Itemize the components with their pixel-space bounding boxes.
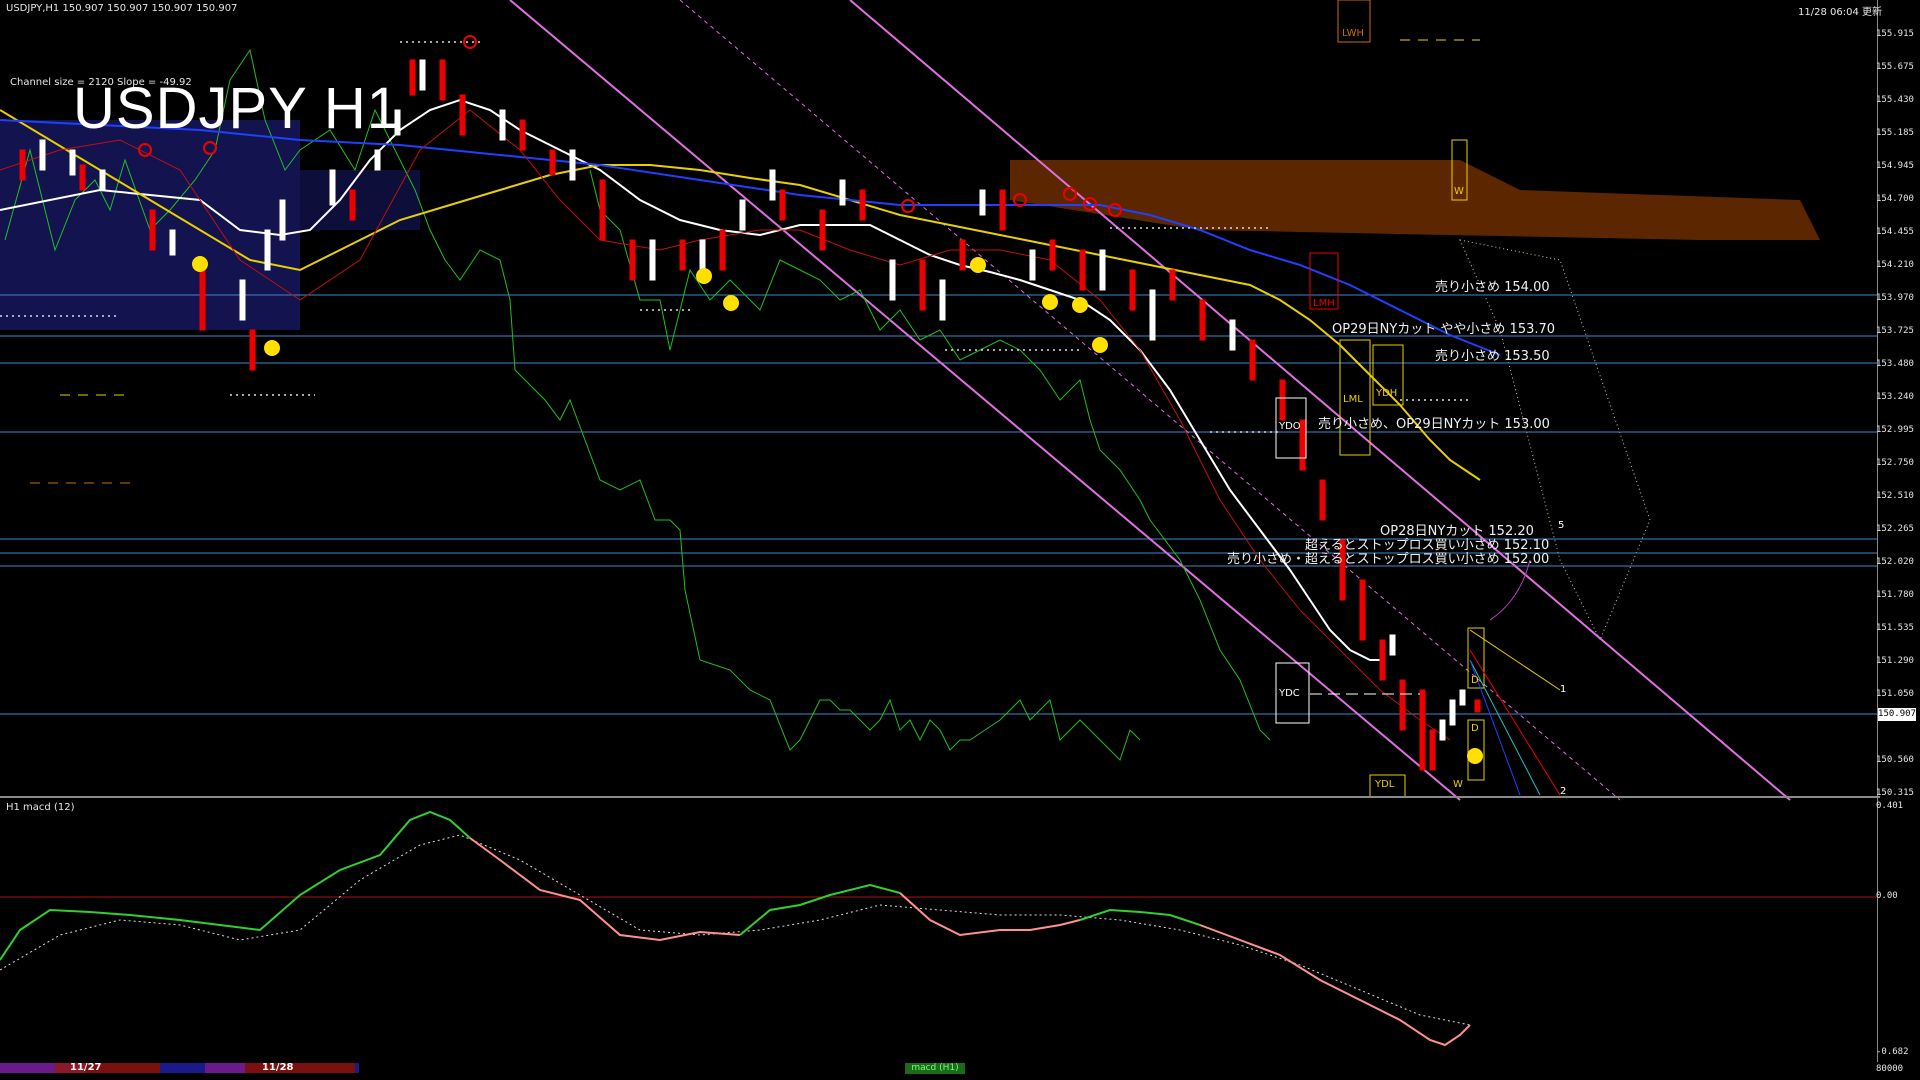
macd-line-up — [0, 810, 471, 961]
macd-label: H1 macd (12) — [6, 802, 75, 813]
macd-line-up-3 — [1079, 908, 1201, 926]
level-label-154-00: 売り小さめ 154.00 — [1435, 280, 1550, 295]
macd-axis-tick: 80000 — [1876, 1064, 1904, 1074]
axis-tick: 153.480 — [1876, 359, 1914, 369]
box-label-w-bottom: W — [1453, 779, 1463, 790]
bar-seg — [355, 1063, 359, 1073]
date-label-1128: 11/28 — [262, 1062, 294, 1073]
box-label-d1: D — [1471, 675, 1479, 686]
macd-axis-tick: -0.682 — [1876, 1047, 1909, 1057]
box-label-lwh: LWH — [1342, 28, 1365, 39]
update-clock: 11/28 06:04 更新 — [1798, 7, 1882, 18]
macd-axis-tick: 0.00 — [1876, 891, 1898, 901]
price-chart[interactable] — [0, 0, 1920, 1080]
axis-tick: 150.315 — [1876, 788, 1914, 798]
level-lines — [0, 294, 1877, 715]
bar-seg — [0, 1063, 55, 1073]
macd-signal — [0, 834, 1471, 1026]
panel-separator[interactable] — [0, 796, 1880, 798]
box-label-d2: D — [1471, 723, 1479, 734]
axis-tick: 154.945 — [1876, 161, 1914, 171]
axis-tick: 155.675 — [1876, 62, 1914, 72]
axis-tick: 154.700 — [1876, 194, 1914, 204]
box-label-lmh: LMH — [1313, 298, 1335, 309]
date-label-1127: 11/27 — [70, 1062, 102, 1073]
macd-axis-tick: 0.401 — [1876, 801, 1904, 811]
axis-tick: 153.240 — [1876, 392, 1914, 402]
axis-tick: 151.050 — [1876, 689, 1914, 699]
axis-tick: 152.750 — [1876, 458, 1914, 468]
macd-line-down-3 — [1199, 924, 1471, 1047]
axis-tick: 150.560 — [1876, 755, 1914, 765]
axis-tick: 152.265 — [1876, 524, 1914, 534]
box-label-w-top: W — [1454, 186, 1464, 197]
axis-tick: 154.210 — [1876, 260, 1914, 270]
bar-seg — [160, 1063, 205, 1073]
future-cloud — [1459, 239, 1651, 642]
current-price-tag: 150.907 — [1878, 708, 1916, 721]
trend-channel — [509, 0, 1791, 801]
marker-5: 5 — [1558, 520, 1565, 531]
axis-tick: 154.455 — [1876, 227, 1914, 237]
macd-line-down — [469, 837, 741, 942]
box-label-lml: LML — [1343, 394, 1363, 405]
box-label-ydl: YDL — [1375, 779, 1395, 790]
marker-2: 2 — [1560, 786, 1567, 797]
axis-tick: 151.535 — [1876, 623, 1914, 633]
level-label-153-70: OP29日NYカット やや小さめ 153.70 — [1332, 322, 1556, 337]
bar-seg — [205, 1063, 245, 1073]
macd-line-up-2 — [739, 883, 901, 936]
marker-1: 1 — [1560, 684, 1567, 695]
axis-tick: 153.970 — [1876, 293, 1914, 303]
resistance-cloud — [1010, 160, 1820, 240]
level-label-152-00: 売り小さめ・超えるとストップロス買い小さめ 152.00 — [1227, 552, 1550, 567]
axis-tick: 155.915 — [1876, 29, 1914, 39]
box-label-ydc: YDC — [1279, 688, 1300, 699]
arc-line — [1489, 559, 1531, 621]
level-label-153-00: 売り小さめ、OP29日NYカット 153.00 — [1318, 417, 1550, 432]
axis-tick: 153.725 — [1876, 326, 1914, 336]
axis-tick: 152.020 — [1876, 557, 1914, 567]
chart-title: USDJPY H1 — [73, 76, 401, 141]
axis-tick: 152.995 — [1876, 425, 1914, 435]
box-label-ydo: YDO — [1279, 421, 1301, 432]
axis-tick: 155.185 — [1876, 128, 1914, 138]
box-label-ydh: YDH — [1376, 388, 1398, 399]
axis-tick: 151.290 — [1876, 656, 1914, 666]
axis-tick: 155.430 — [1876, 95, 1914, 105]
macd-tab-button[interactable]: macd (H1) — [905, 1063, 965, 1074]
axis-tick: 151.780 — [1876, 590, 1914, 600]
level-label-153-50: 売り小さめ 153.50 — [1435, 349, 1550, 364]
axis-tick: 152.510 — [1876, 491, 1914, 501]
symbol-info: USDJPY,H1 150.907 150.907 150.907 150.90… — [6, 3, 238, 14]
